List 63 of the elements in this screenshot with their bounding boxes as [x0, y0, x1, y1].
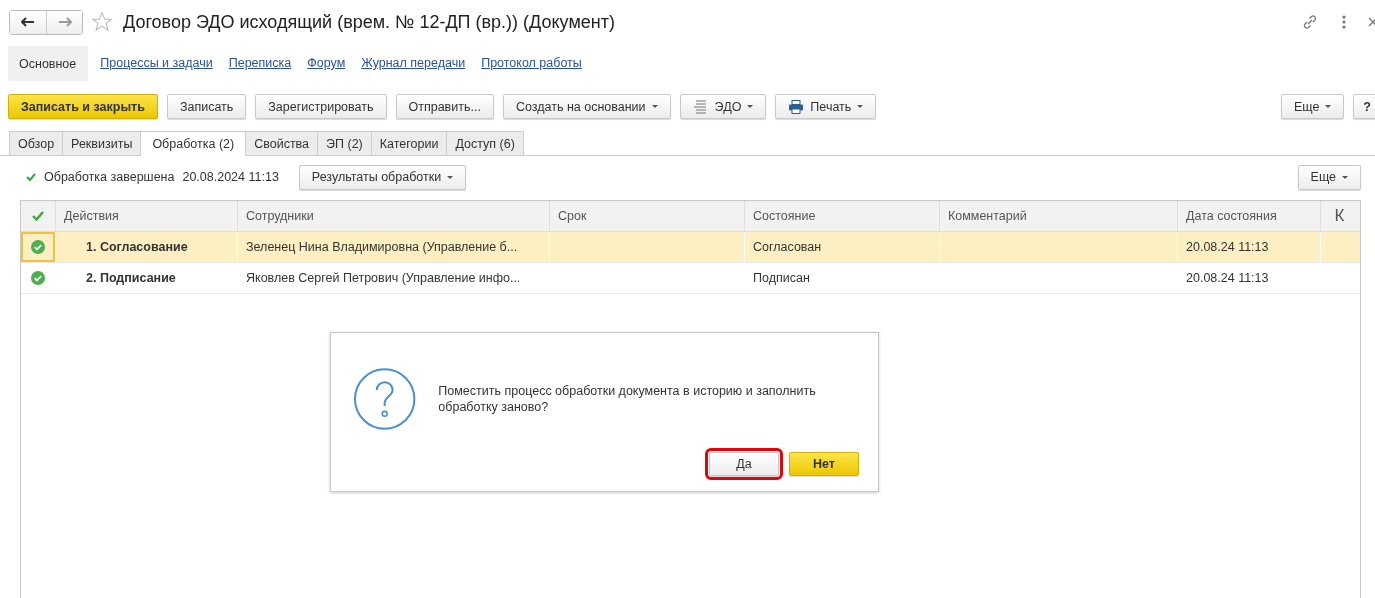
section-link[interactable]: Переписка [224, 46, 296, 80]
table-cell: Зеленец Нина Владимировна (Управление б... [246, 240, 518, 254]
section-link[interactable]: Протокол работы [477, 46, 586, 80]
tab[interactable]: Обработка (2) [141, 131, 247, 156]
tab[interactable]: Свойства [246, 131, 319, 156]
table-cell: Подписан [753, 271, 810, 285]
table-cell-text: 2. Подписание [85, 271, 176, 285]
more-button[interactable]: Еще [1280, 94, 1345, 119]
toolbar-button[interactable]: Печать [775, 94, 877, 119]
forward-arrow-icon [57, 17, 72, 27]
status-date: 20.08.2024 11:13 [182, 170, 279, 184]
back-arrow-icon [21, 17, 35, 27]
close-icon[interactable] [1367, 16, 1375, 28]
caret-icon [747, 105, 754, 108]
tab[interactable]: Реквизиты [63, 131, 142, 156]
section-link[interactable]: Форум [303, 46, 350, 80]
section-link[interactable]: Основное [8, 45, 89, 81]
table-row[interactable]: 2. Подписание Яковлев Сергей Петрович (Управление инфо... Подписан 20.08.24 11:13 [21, 263, 1360, 294]
more-button[interactable]: Еще [1297, 164, 1361, 190]
table-cell: 20.08.24 11:13 [1186, 240, 1269, 254]
tab[interactable]: ЭП (2) [318, 131, 372, 156]
help-button[interactable]: ? [1353, 94, 1375, 119]
column-header[interactable]: Состояние [744, 201, 939, 231]
column-header[interactable]: Дата состояния [1177, 201, 1320, 231]
window-title: Договор ЭДО исходящий (врем. № 12-ДП (вр.)) (Документ) [123, 11, 615, 33]
caret-icon [857, 105, 864, 108]
toolbar-button[interactable]: Отправить... [395, 94, 494, 119]
status-text: Обработка завершена [44, 170, 175, 184]
results-button[interactable]: Результаты обработки [298, 164, 467, 190]
section-link[interactable]: Журнал передачи [357, 46, 470, 80]
column-header[interactable]: Комментарий [939, 201, 1177, 231]
check-icon [32, 211, 44, 221]
caret-icon [1325, 105, 1332, 108]
column-header[interactable]: Срок [549, 201, 744, 231]
column-header[interactable]: Сотрудники [237, 201, 549, 231]
toolbar-button[interactable]: Зарегистрировать [255, 94, 387, 119]
dialog-button[interactable]: Нет [789, 452, 859, 476]
more-options-icon[interactable] [1341, 14, 1347, 30]
column-header[interactable]: К [1320, 201, 1358, 231]
section-link[interactable]: Процессы и задачи [96, 46, 217, 80]
question-icon [353, 367, 417, 431]
toolbar-button[interactable]: Записать [166, 94, 247, 119]
table-row[interactable]: 1. Согласование Зеленец Нина Владимировна (Управление б... Согласован 20.08.24 11:13 [21, 232, 1360, 263]
link-icon[interactable] [1301, 13, 1319, 31]
dialog-message: Поместить процесс обработки документа в историю и заполнить обработку заново? [438, 383, 817, 415]
tab[interactable]: Обзор [9, 131, 64, 156]
star-icon[interactable] [91, 11, 113, 33]
check-icon [26, 173, 36, 181]
column-header[interactable]: Действия [55, 201, 237, 231]
table-cell: Яковлев Сергей Петрович (Управление инфо... [246, 271, 521, 285]
table-cell-text: 1. Согласование [85, 240, 188, 254]
back-button[interactable] [10, 10, 46, 34]
table-cell: Согласован [753, 240, 822, 254]
tab[interactable]: Категории [371, 131, 448, 156]
table-cell: 20.08.24 11:13 [1186, 271, 1269, 285]
toolbar-button[interactable]: Записать и закрыть [8, 94, 158, 119]
toolbar-button[interactable]: ЭДО [679, 94, 767, 119]
toolbar-button[interactable]: Создать на основании [502, 94, 671, 119]
caret-icon [651, 105, 658, 108]
tab[interactable]: Доступ (6) [447, 131, 524, 156]
caret-icon [447, 175, 454, 179]
printer-icon [788, 99, 805, 114]
caret-icon [1342, 175, 1348, 179]
